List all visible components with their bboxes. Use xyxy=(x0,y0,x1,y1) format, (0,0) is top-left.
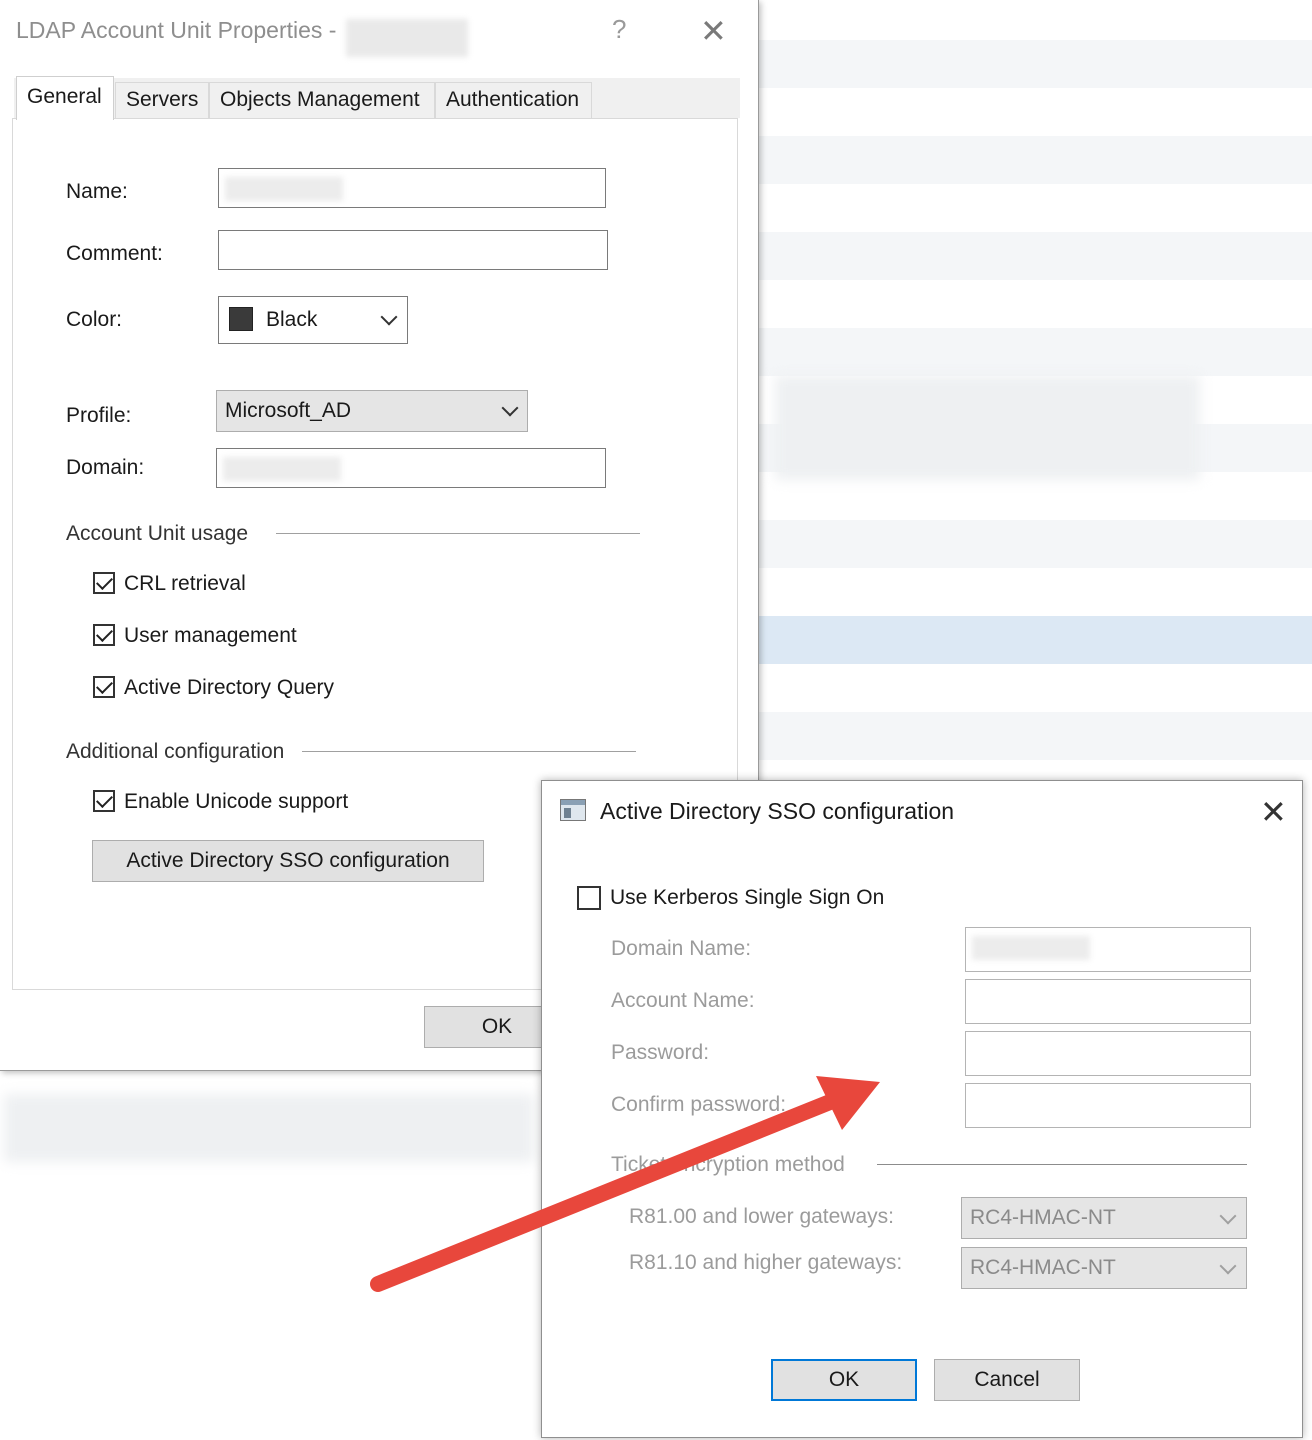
r81-10-value: RC4-HMAC-NT xyxy=(970,1256,1116,1279)
user-management-checkbox[interactable] xyxy=(93,624,115,646)
kerberos-sso-checkbox[interactable] xyxy=(577,886,601,910)
list-row-selected xyxy=(758,616,1312,664)
list-row xyxy=(758,520,1312,568)
tab-objects-management[interactable]: Objects Management xyxy=(209,82,435,118)
crl-retrieval-label: CRL retrieval xyxy=(124,572,246,595)
section-divider xyxy=(877,1164,1247,1165)
ticket-encryption-heading: Ticket encryption method xyxy=(611,1153,845,1176)
ad-sso-dialog: Active Directory SSO configuration ✕ Use… xyxy=(541,780,1303,1438)
account-unit-usage-heading: Account Unit usage xyxy=(66,522,249,545)
list-row xyxy=(758,136,1312,184)
color-label: Color: xyxy=(66,308,123,331)
domain-field[interactable] xyxy=(216,448,606,488)
kerberos-sso-label: Use Kerberos Single Sign On xyxy=(610,886,885,909)
tab-general[interactable]: General xyxy=(16,76,114,120)
r81-00-label: R81.00 and lower gateways: xyxy=(629,1205,894,1228)
list-row xyxy=(758,40,1312,88)
ad-query-label: Active Directory Query xyxy=(124,676,335,699)
list-row xyxy=(758,232,1312,280)
close-icon[interactable]: ✕ xyxy=(700,12,727,50)
account-name-label: Account Name: xyxy=(611,989,755,1012)
unicode-support-label: Enable Unicode support xyxy=(124,790,349,813)
account-name-field[interactable] xyxy=(965,979,1251,1024)
crl-retrieval-checkbox[interactable] xyxy=(93,572,115,594)
color-select[interactable]: Black xyxy=(218,296,408,344)
ad-query-checkbox[interactable] xyxy=(93,676,115,698)
comment-label: Comment: xyxy=(66,242,163,265)
chevron-down-icon xyxy=(1219,1257,1237,1275)
tab-servers[interactable]: Servers xyxy=(115,82,209,118)
chevron-down-icon xyxy=(380,308,398,326)
help-icon[interactable]: ? xyxy=(612,14,626,45)
unicode-support-checkbox[interactable] xyxy=(93,790,115,812)
sso-dialog-title: Active Directory SSO configuration xyxy=(600,798,955,824)
domain-name-redaction xyxy=(972,936,1090,960)
window-app-icon xyxy=(560,799,586,821)
color-value: Black xyxy=(266,308,318,331)
ad-sso-config-button[interactable]: Active Directory SSO configuration xyxy=(92,840,484,882)
r81-10-encryption-select[interactable]: RC4-HMAC-NT xyxy=(961,1247,1247,1289)
sso-ok-button[interactable]: OK xyxy=(771,1359,917,1401)
password-field[interactable] xyxy=(965,1031,1251,1076)
confirm-password-field[interactable] xyxy=(965,1083,1251,1128)
tab-authentication[interactable]: Authentication xyxy=(435,82,592,118)
domain-name-field[interactable] xyxy=(965,927,1251,972)
domain-label: Domain: xyxy=(66,456,145,479)
user-management-label: User management xyxy=(124,624,297,647)
title-redaction xyxy=(346,19,468,57)
profile-label: Profile: xyxy=(66,404,132,427)
profile-value: Microsoft_AD xyxy=(225,399,352,422)
dialog-title: LDAP Account Unit Properties - xyxy=(16,17,337,43)
list-row xyxy=(758,712,1312,760)
close-icon[interactable]: ✕ xyxy=(1260,793,1287,831)
domain-name-label: Domain Name: xyxy=(611,937,752,960)
name-redaction xyxy=(225,177,343,201)
r81-10-label: R81.10 and higher gateways: xyxy=(629,1251,903,1274)
confirm-password-label: Confirm password: xyxy=(611,1093,787,1116)
list-row xyxy=(758,328,1312,376)
name-field[interactable] xyxy=(218,168,606,208)
sso-cancel-button[interactable]: Cancel xyxy=(934,1359,1080,1401)
additional-config-heading: Additional configuration xyxy=(66,740,285,763)
profile-select[interactable]: Microsoft_AD xyxy=(216,390,528,432)
section-divider xyxy=(302,751,636,752)
chevron-down-icon xyxy=(501,399,519,417)
chevron-down-icon xyxy=(1219,1207,1237,1225)
password-label: Password: xyxy=(611,1041,710,1064)
blurred-content xyxy=(4,1094,534,1162)
domain-redaction xyxy=(223,457,341,481)
blurred-content xyxy=(775,375,1200,480)
r81-00-encryption-select[interactable]: RC4-HMAC-NT xyxy=(961,1197,1247,1239)
r81-00-value: RC4-HMAC-NT xyxy=(970,1206,1116,1229)
comment-field[interactable] xyxy=(218,230,608,270)
section-divider xyxy=(276,533,640,534)
name-label: Name: xyxy=(66,180,128,203)
color-swatch-icon xyxy=(229,307,253,331)
